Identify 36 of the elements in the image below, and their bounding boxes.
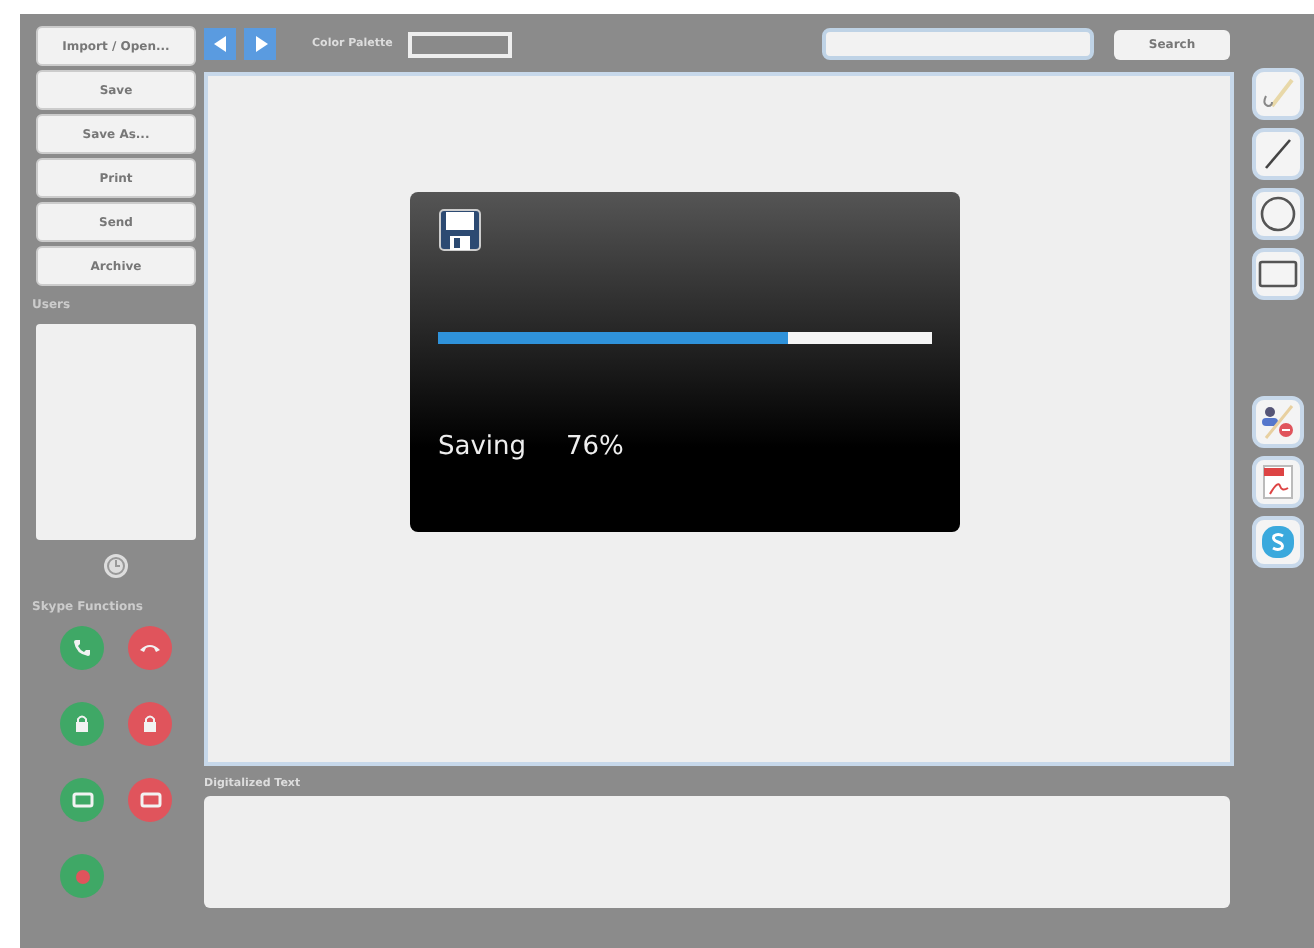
forward-button[interactable] <box>244 28 276 60</box>
lock-icon <box>74 714 90 734</box>
search-field[interactable] <box>822 28 1094 60</box>
left-arrow-icon <box>213 36 227 52</box>
skype-tool-button[interactable] <box>1252 516 1304 568</box>
back-button[interactable] <box>204 28 236 60</box>
user-blocked-icon <box>1260 404 1296 440</box>
hang-up-icon <box>138 642 162 654</box>
video-icon <box>71 792 93 808</box>
hangup-button[interactable] <box>128 626 172 670</box>
phone-icon <box>72 638 92 658</box>
rect-tool-button[interactable] <box>1252 248 1304 300</box>
drawing-canvas[interactable]: Saving 76% <box>204 72 1234 766</box>
percent-text: 76% <box>566 432 624 462</box>
video-button[interactable] <box>60 778 104 822</box>
phone-button[interactable] <box>60 626 104 670</box>
right-arrow-icon <box>253 36 267 52</box>
circle-tool-button[interactable] <box>1252 188 1304 240</box>
lock-icon <box>142 714 158 734</box>
rectangle-icon <box>1258 260 1298 288</box>
lock-button[interactable] <box>128 702 172 746</box>
pdf-icon <box>1262 464 1294 500</box>
user-block-tool-button[interactable] <box>1252 396 1304 448</box>
pdf-tool-button[interactable] <box>1252 456 1304 508</box>
line-icon <box>1262 138 1294 170</box>
skype-icon <box>1260 524 1296 560</box>
pen-icon <box>1260 76 1296 112</box>
status-text: Saving <box>438 432 527 462</box>
video-icon <box>139 792 161 808</box>
lock-button[interactable] <box>60 702 104 746</box>
circle-icon <box>1260 196 1296 232</box>
line-tool-button[interactable] <box>1252 128 1304 180</box>
video-button[interactable] <box>128 778 172 822</box>
record-icon <box>75 869 89 883</box>
color-swatch[interactable] <box>408 31 513 57</box>
clock-icon[interactable] <box>102 552 130 580</box>
